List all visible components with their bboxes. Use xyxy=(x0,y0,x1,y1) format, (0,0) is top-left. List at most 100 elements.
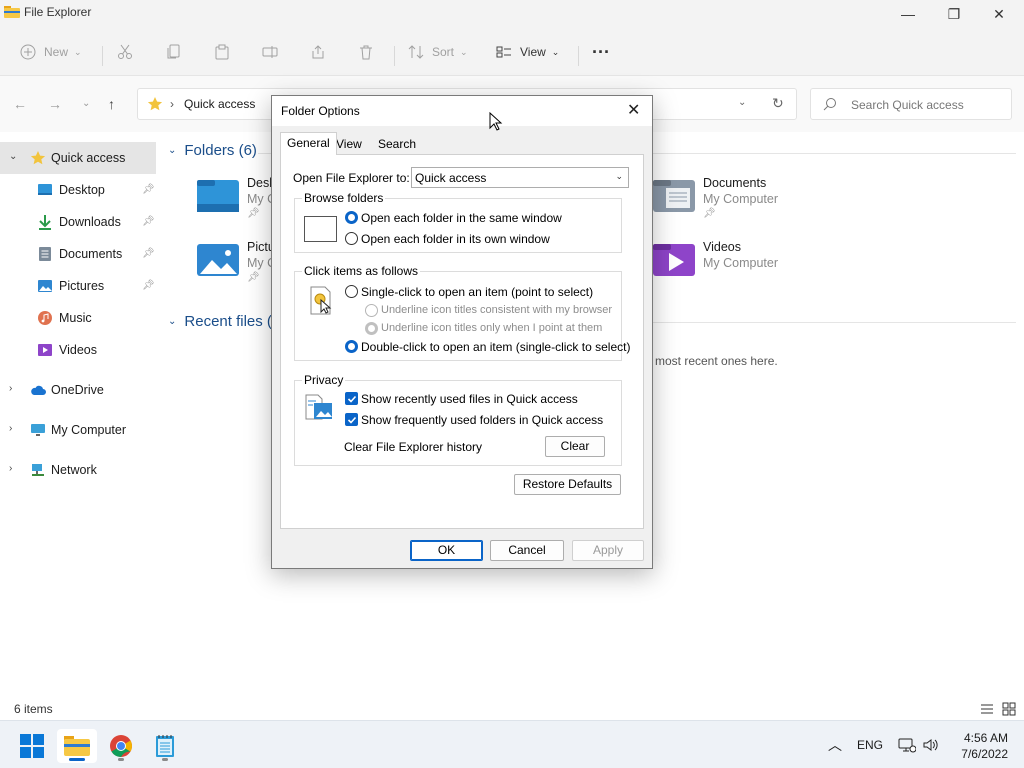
windows-logo-icon xyxy=(20,734,44,758)
rename-button[interactable] xyxy=(262,38,278,66)
apply-button[interactable]: Apply xyxy=(572,540,644,561)
new-button[interactable]: New ⌄ xyxy=(20,38,82,66)
details-view-icon[interactable] xyxy=(980,702,994,716)
plus-circle-icon xyxy=(20,44,36,60)
empty-recent-message: most recent ones here. xyxy=(655,354,778,368)
same-window-label[interactable]: Open each folder in the same window xyxy=(361,211,562,225)
chevron-right-icon[interactable]: › xyxy=(9,463,12,474)
sidebar-item-downloads[interactable]: Downloads 📌︎ xyxy=(0,206,156,238)
sidebar-item-onedrive[interactable]: › OneDrive xyxy=(0,374,156,406)
checkmark-icon xyxy=(347,416,357,424)
own-window-radio[interactable] xyxy=(345,232,358,245)
cut-button[interactable] xyxy=(117,38,133,66)
open-explorer-to-select[interactable]: Quick access ⌄ xyxy=(411,167,629,188)
network-status-icon xyxy=(898,738,916,753)
sidebar-item-music[interactable]: Music xyxy=(0,302,156,334)
same-window-radio[interactable] xyxy=(345,211,358,224)
refresh-icon[interactable]: ↻ xyxy=(772,95,784,112)
volume-button[interactable] xyxy=(922,721,940,768)
taskbar-chrome[interactable] xyxy=(101,729,141,763)
single-click-radio[interactable] xyxy=(345,285,358,298)
paste-button[interactable] xyxy=(214,38,230,66)
music-icon xyxy=(38,311,52,325)
pin-icon[interactable]: 📌︎ xyxy=(142,280,155,291)
underline-browser-radio[interactable] xyxy=(365,304,378,317)
up-arrow-icon[interactable]: ↑ xyxy=(108,96,115,112)
dialog-close-icon[interactable]: ✕ xyxy=(627,100,640,120)
folder-tile-desktop[interactable]: Desk My C 📌︎ xyxy=(196,176,276,224)
active-indicator xyxy=(69,758,85,761)
recent-files-group-header[interactable]: ⌄ Recent files (0 xyxy=(168,313,280,330)
sidebar-item-pictures[interactable]: Pictures 📌︎ xyxy=(0,270,156,302)
click-items-legend: Click items as follows xyxy=(302,264,421,278)
chevron-right-icon[interactable]: › xyxy=(9,423,12,434)
frequent-folders-checkbox[interactable] xyxy=(345,413,358,426)
taskbar: ︿ ENG 4:56 AM 7/6/2022 xyxy=(0,720,1024,768)
tab-general[interactable]: General xyxy=(280,132,337,155)
ok-button[interactable]: OK xyxy=(410,540,483,561)
sidebar-item-quick-access[interactable]: ⌄ Quick access xyxy=(0,142,156,174)
view-icon xyxy=(496,46,511,58)
chevron-right-icon[interactable]: › xyxy=(9,383,12,394)
maximize-button[interactable]: ❐ xyxy=(931,0,977,28)
share-button[interactable] xyxy=(310,38,326,66)
sidebar-item-documents[interactable]: Documents 📌︎ xyxy=(0,238,156,270)
folders-group-header[interactable]: ⌄ Folders (6) xyxy=(168,142,257,159)
recent-files-label[interactable]: Show recently used files in Quick access xyxy=(361,392,578,406)
show-hidden-icons-button[interactable]: ︿ xyxy=(828,721,842,768)
start-button[interactable] xyxy=(12,729,52,763)
input-language-indicator[interactable]: ENG xyxy=(857,721,883,768)
pin-icon[interactable]: 📌︎ xyxy=(142,248,155,259)
recent-files-checkbox[interactable] xyxy=(345,392,358,405)
tab-search[interactable]: Search xyxy=(372,134,422,154)
folder-tile-pictures[interactable]: Pictu My C 📌︎ xyxy=(196,240,276,288)
view-button[interactable]: View ⌄ xyxy=(496,38,559,66)
back-arrow-icon[interactable]: ← xyxy=(13,96,27,112)
underline-point-radio[interactable] xyxy=(365,322,378,335)
taskbar-notepad[interactable] xyxy=(145,729,185,763)
pin-icon[interactable]: 📌︎ xyxy=(142,184,155,195)
new-label: New xyxy=(44,45,69,59)
taskbar-file-explorer[interactable] xyxy=(57,729,97,763)
frequent-folders-label[interactable]: Show frequently used folders in Quick ac… xyxy=(361,413,603,427)
sidebar-item-desktop[interactable]: Desktop 📌︎ xyxy=(0,174,156,206)
copy-button[interactable] xyxy=(166,38,182,66)
delete-button[interactable] xyxy=(358,38,374,66)
folder-tile-documents[interactable]: Documents My Computer 📌︎ xyxy=(652,176,812,224)
chevron-down-icon[interactable]: ⌄ xyxy=(9,151,17,162)
open-explorer-to-label: Open File Explorer to: xyxy=(293,171,410,185)
clear-history-button[interactable]: Clear xyxy=(545,436,605,457)
pin-icon[interactable]: 📌︎ xyxy=(142,216,155,227)
clock[interactable]: 4:56 AM 7/6/2022 xyxy=(952,730,1008,762)
sidebar-item-network[interactable]: › Network xyxy=(0,454,156,486)
see-more-button[interactable]: ··· xyxy=(592,38,610,66)
share-icon xyxy=(312,45,324,59)
tiles-view-icon[interactable] xyxy=(1002,702,1016,716)
restore-defaults-button[interactable]: Restore Defaults xyxy=(514,474,621,495)
minimize-icon: — xyxy=(901,6,915,22)
breadcrumb[interactable]: Quick access xyxy=(184,97,255,111)
cloud-icon xyxy=(31,385,46,395)
cancel-button[interactable]: Cancel xyxy=(490,540,564,561)
close-window-button[interactable]: ✕ xyxy=(976,0,1022,28)
divider xyxy=(394,46,395,66)
chevron-down-icon[interactable]: ⌄ xyxy=(738,97,746,108)
single-click-label[interactable]: Single-click to open an item (point to s… xyxy=(361,285,593,299)
dialog-title-bar[interactable]: Folder Options ✕ xyxy=(272,96,652,126)
double-click-radio[interactable] xyxy=(345,340,358,353)
underline-point-label[interactable]: Underline icon titles only when I point … xyxy=(381,322,602,334)
scissors-icon xyxy=(118,44,132,59)
sidebar-item-my-computer[interactable]: › My Computer xyxy=(0,414,156,446)
desktop-folder-icon xyxy=(38,184,52,195)
network-status-button[interactable] xyxy=(898,721,916,768)
sort-button[interactable]: Sort ⌄ xyxy=(408,38,468,66)
search-box[interactable]: Search Quick access xyxy=(810,88,1012,120)
minimize-button[interactable]: — xyxy=(885,0,931,28)
recent-locations-chevron-icon[interactable]: ⌄ xyxy=(82,98,90,109)
forward-arrow-icon[interactable]: → xyxy=(48,96,62,112)
sidebar-item-videos[interactable]: Videos xyxy=(0,334,156,366)
underline-browser-label[interactable]: Underline icon titles consistent with my… xyxy=(381,304,612,316)
double-click-label[interactable]: Double-click to open an item (single-cli… xyxy=(361,340,630,354)
own-window-label[interactable]: Open each folder in its own window xyxy=(361,232,550,246)
folder-tile-videos[interactable]: Videos My Computer xyxy=(652,240,812,288)
